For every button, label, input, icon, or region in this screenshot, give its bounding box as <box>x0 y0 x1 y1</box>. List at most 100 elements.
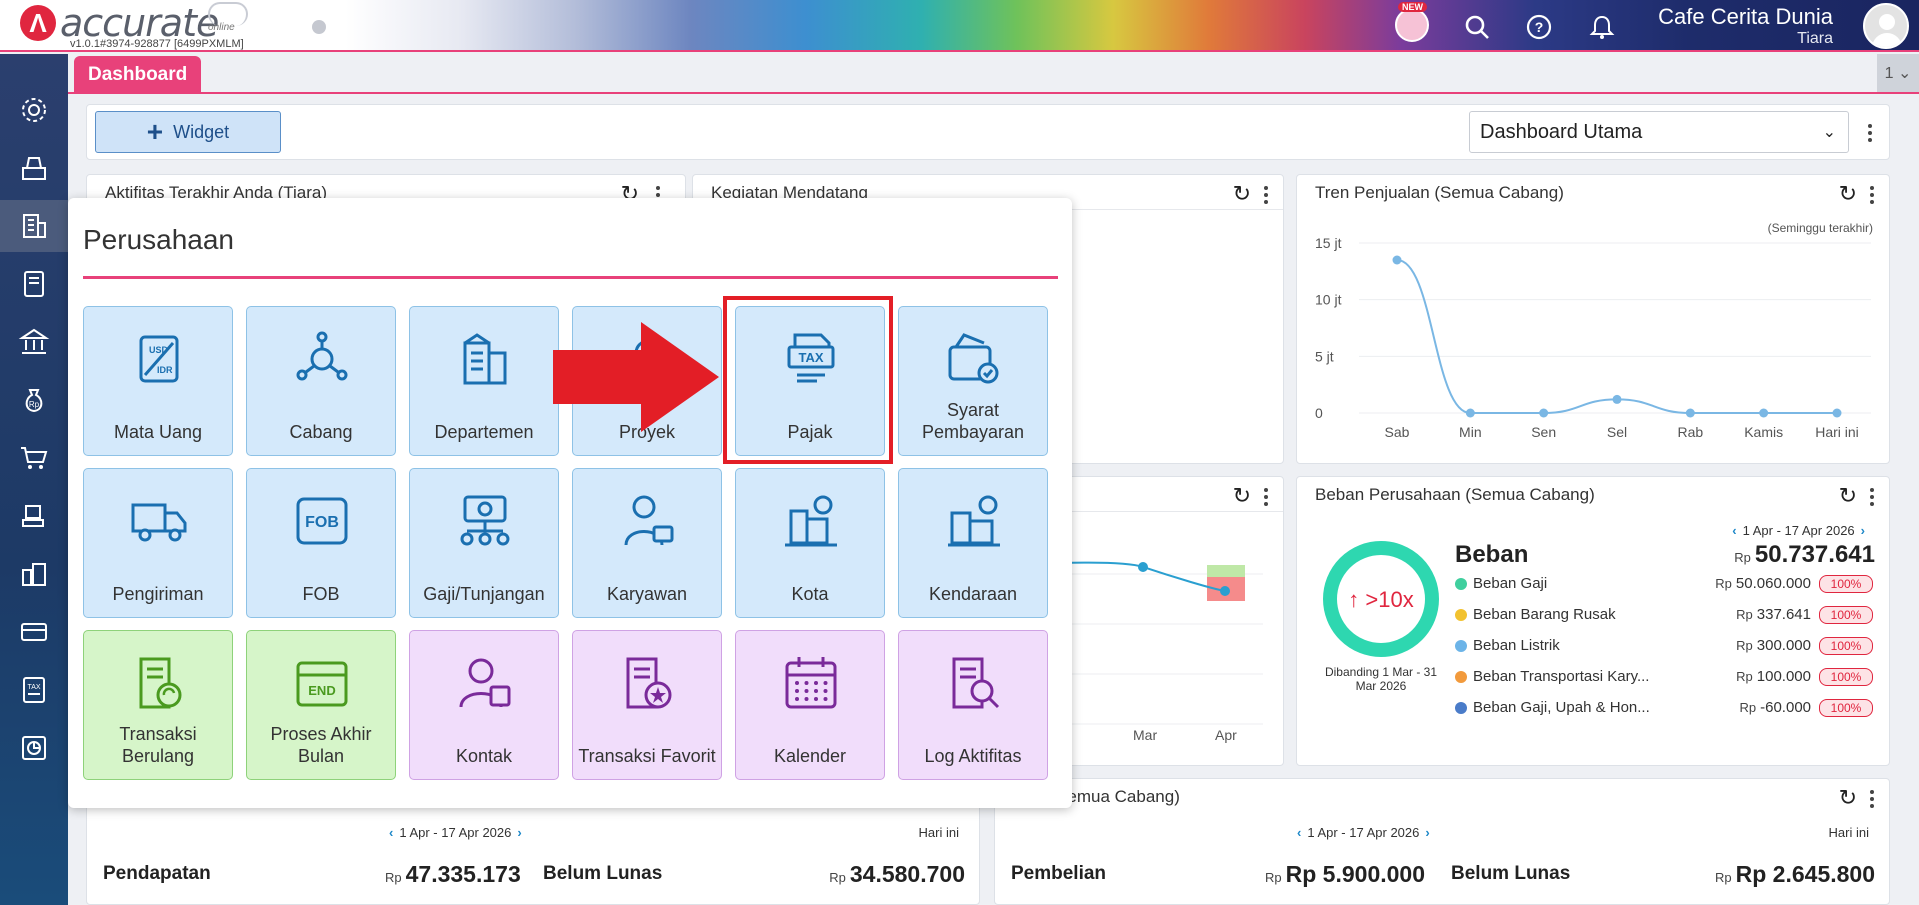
menu-tile-cabang[interactable]: Cabang <box>246 306 396 456</box>
chevron-right-icon[interactable]: › <box>1861 523 1865 538</box>
sidebar-item-ledger[interactable] <box>0 258 68 310</box>
menu-tile-transaksi-favorit[interactable]: Transaksi Favorit <box>572 630 722 780</box>
tile-label: Karyawan <box>606 584 688 604</box>
search-icon[interactable] <box>1462 12 1492 42</box>
menu-tile-kendaraan[interactable]: Kendaraan <box>898 468 1048 618</box>
menu-tile-fob[interactable]: FOB FOB <box>246 468 396 618</box>
widget-beban: Beban Perusahaan (Semua Cabang) ↻ ‹ 1 Apr… <box>1296 476 1890 766</box>
date-range-selector[interactable]: ‹ 1 Apr - 17 Apr 2026 › <box>1726 523 1871 538</box>
beban-item-pct: 100% <box>1819 699 1873 717</box>
tile-label: Kendaraan <box>928 584 1018 604</box>
add-widget-button[interactable]: + Widget <box>95 111 281 153</box>
sidebar-item-money-bag[interactable]: Rp <box>0 374 68 426</box>
menu-tile-transaksi-berulang[interactable]: Transaksi Berulang <box>83 630 233 780</box>
widget-menu-icon[interactable] <box>1259 183 1273 207</box>
beban-heading: Beban <box>1455 541 1529 568</box>
sidebar-item-inventory[interactable] <box>0 548 68 600</box>
sidebar-item-tax[interactable]: TAX <box>0 664 68 716</box>
svg-text:?: ? <box>1535 19 1544 35</box>
beban-item[interactable]: Beban Listrik Rp 300.000 100% <box>1455 635 1875 659</box>
menu-tile-gaji-tunjangan[interactable]: Gaji/Tunjangan <box>409 468 559 618</box>
chevron-right-icon[interactable]: › <box>517 825 521 840</box>
sidebar-item-company[interactable] <box>0 200 68 252</box>
data-point[interactable] <box>1465 408 1475 418</box>
tab-dashboard[interactable]: Dashboard <box>74 56 202 94</box>
sidebar-item-settings[interactable] <box>0 84 68 136</box>
data-point[interactable] <box>1612 394 1622 404</box>
brand-name: accurate <box>60 1 219 45</box>
chevron-left-icon[interactable]: ‹ <box>1297 825 1301 840</box>
tile-label: Pengiriman <box>112 584 204 604</box>
menu-tile-syarat-pembayaran[interactable]: Syarat Pembayaran <box>898 306 1048 456</box>
widget-menu-icon[interactable] <box>1865 485 1879 509</box>
toolbar-menu-icon[interactable] <box>1863 121 1877 145</box>
data-point[interactable] <box>1832 408 1842 418</box>
beban-item[interactable]: Beban Barang Rusak Rp 337.641 100% <box>1455 604 1875 628</box>
notification-bell-icon[interactable] <box>1587 12 1617 42</box>
accurate-logo[interactable]: Λ accurate <box>20 1 219 45</box>
add-widget-label: Widget <box>173 121 230 142</box>
vehicle-icon <box>948 495 1000 547</box>
purchase-cart-icon <box>22 505 44 527</box>
company-info[interactable]: Cafe Cerita Dunia Tiara <box>1658 4 1833 48</box>
widget-menu-icon[interactable] <box>1865 787 1879 811</box>
data-point[interactable] <box>1685 408 1695 418</box>
beban-item[interactable]: Beban Transportasi Kary... Rp 100.000 100% <box>1455 666 1875 690</box>
date-range-selector[interactable]: ‹ 1 Apr - 17 Apr 2026 › <box>383 825 528 840</box>
menu-tile-mata-uang[interactable]: USD IDR Mata Uang <box>83 306 233 456</box>
menu-tile-kalender[interactable]: Kalender <box>735 630 885 780</box>
new-badge: NEW <box>1398 2 1427 12</box>
menu-tile-log-aktifitas[interactable]: Log Aktifitas <box>898 630 1048 780</box>
mascot-icon[interactable] <box>1395 8 1429 42</box>
refresh-icon[interactable]: ↻ <box>1233 181 1251 207</box>
perusahaan-menu-popup: Perusahaan USD IDR Mata Uang Cabang Departem… <box>68 198 1072 808</box>
menu-tile-departemen[interactable]: Departemen <box>409 306 559 456</box>
branch-network-icon <box>296 331 348 381</box>
refresh-icon[interactable]: ↻ <box>1839 483 1857 509</box>
sidebar-item-bank[interactable] <box>0 316 68 368</box>
sidebar-item-cash-register[interactable] <box>0 142 68 194</box>
bank-icon <box>18 328 50 354</box>
beban-item-pct: 100% <box>1819 606 1873 624</box>
chevron-right-icon[interactable]: › <box>1425 825 1429 840</box>
chevron-left-icon[interactable]: ‹ <box>1732 523 1736 538</box>
red-arrow-annotation <box>553 322 719 432</box>
legend-dot-icon <box>1455 671 1467 683</box>
tile-label: Cabang <box>289 422 353 442</box>
date-range-selector[interactable]: ‹ 1 Apr - 17 Apr 2026 › <box>1291 825 1436 840</box>
tile-label: Log Aktifitas <box>924 746 1022 766</box>
tab-count-dropdown[interactable]: 1 ⌄ <box>1877 54 1919 92</box>
menu-tile-proses-akhir-bulan[interactable]: END Proses Akhir Bulan <box>246 630 396 780</box>
beban-item-pct: 100% <box>1819 637 1873 655</box>
data-point[interactable] <box>1392 255 1402 265</box>
refresh-icon[interactable]: ↻ <box>1839 785 1857 811</box>
y-tick-label: 15 jt <box>1315 235 1342 251</box>
sidebar-item-sales-cart[interactable] <box>0 432 68 484</box>
svg-text:Rp: Rp <box>29 400 40 409</box>
assets-icon <box>21 623 47 641</box>
tile-label: FOB <box>302 584 340 604</box>
data-point[interactable] <box>1539 408 1549 418</box>
beban-item[interactable]: Beban Gaji, Upah & Hon... Rp -60.000 100% <box>1455 697 1875 721</box>
menu-tile-pengiriman[interactable]: Pengiriman <box>83 468 233 618</box>
data-point[interactable] <box>1759 408 1769 418</box>
sidebar-item-purchase[interactable] <box>0 490 68 542</box>
widget-tren-penjualan: Tren Penjualan (Semua Cabang) ↻ (Semingg… <box>1296 174 1890 464</box>
help-icon[interactable]: ? <box>1524 12 1554 42</box>
menu-tile-kota[interactable]: Kota <box>735 468 885 618</box>
y-tick-label: 10 jt <box>1315 292 1342 308</box>
menu-tile-kontak[interactable]: Kontak <box>409 630 559 780</box>
chevron-left-icon[interactable]: ‹ <box>389 825 393 840</box>
pembelian-label: Pembelian <box>1011 863 1107 884</box>
sidebar-item-reports[interactable] <box>0 722 68 774</box>
chevron-down-icon: ⌄ <box>1822 124 1836 141</box>
dashboard-select[interactable]: Dashboard Utama ⌄ <box>1469 111 1849 153</box>
sidebar-item-fixed-assets[interactable] <box>0 606 68 658</box>
beban-item-pct: 100% <box>1819 575 1873 593</box>
menu-tile-karyawan[interactable]: Karyawan <box>572 468 722 618</box>
beban-item[interactable]: Beban Gaji Rp 50.060.000 100% <box>1455 573 1875 597</box>
avatar[interactable] <box>1863 3 1909 49</box>
delivery-truck-icon <box>131 503 187 542</box>
belum-lunas-label: Belum Lunas <box>1451 863 1571 884</box>
beban-item-value: Rp 300.000 <box>1736 637 1811 654</box>
